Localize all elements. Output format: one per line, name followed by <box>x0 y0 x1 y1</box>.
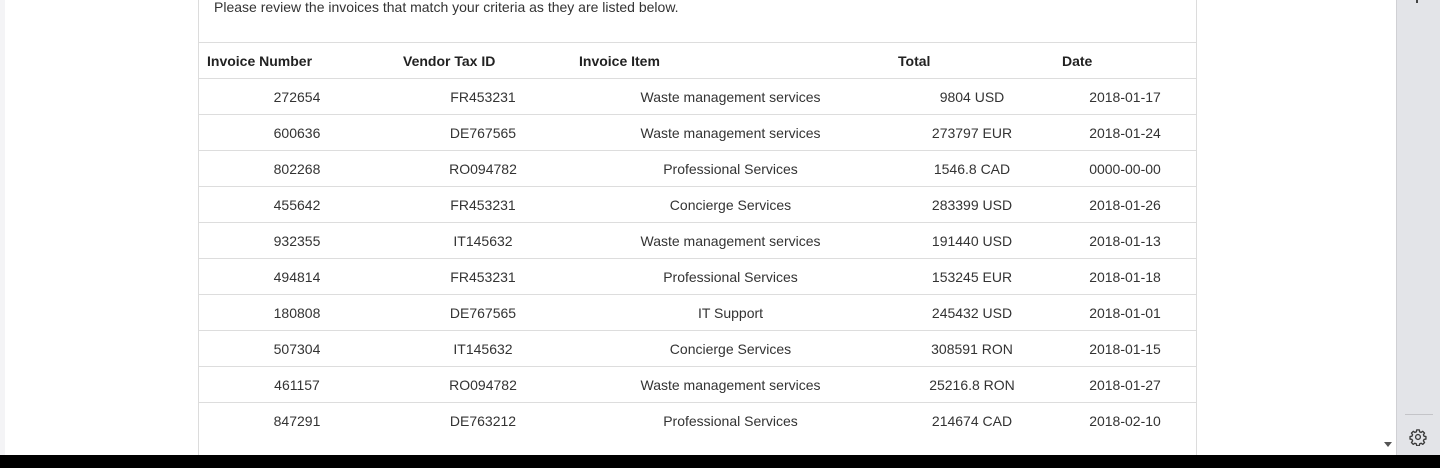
total-cell: 245432 USD <box>890 294 1054 331</box>
column-header-vendor-tax-id: Vendor Tax ID <box>395 42 571 79</box>
table-row: 180808 DE767565 IT Support 245432 USD 2018-0… <box>199 294 1196 331</box>
date-cell: 2018-01-13 <box>1054 222 1196 259</box>
column-header-date: Date <box>1054 42 1196 79</box>
total-cell: 191440 USD <box>890 222 1054 259</box>
invoice-number-cell: 455642 <box>199 186 395 223</box>
invoice-table-body: 272654 FR453231 Waste management services 9… <box>199 78 1196 439</box>
vendor-tax-id-cell: DE767565 <box>395 294 571 331</box>
table-row: 272654 FR453231 Waste management services 9… <box>199 78 1196 115</box>
invoice-number-cell: 847291 <box>199 402 395 439</box>
gear-icon[interactable] <box>1409 428 1427 446</box>
vendor-tax-id-cell: DE767565 <box>395 114 571 151</box>
table-row: 600636 DE767565 Waste management services 2… <box>199 114 1196 151</box>
taskbar <box>0 455 1440 468</box>
page-canvas: Please review the invoices that match yo… <box>5 0 1396 455</box>
invoice-item-cell: Concierge Services <box>571 330 890 367</box>
date-cell: 2018-01-27 <box>1054 366 1196 403</box>
total-cell: 25216.8 RON <box>890 366 1054 403</box>
side-panel-top-icon[interactable] <box>1416 0 1418 3</box>
date-cell: 2018-01-18 <box>1054 258 1196 295</box>
invoice-item-cell: Professional Services <box>571 402 890 439</box>
total-cell: 283399 USD <box>890 186 1054 223</box>
table-header-row: Invoice Number Vendor Tax ID Invoice Ite… <box>199 42 1196 79</box>
invoice-number-cell: 932355 <box>199 222 395 259</box>
page-scrollbar[interactable] <box>1381 0 1396 455</box>
column-header-invoice-item: Invoice Item <box>571 42 890 79</box>
table-row: 461157 RO094782 Waste management services 2… <box>199 366 1196 403</box>
invoice-number-cell: 461157 <box>199 366 395 403</box>
invoice-item-cell: IT Support <box>571 294 890 331</box>
invoice-item-cell: Concierge Services <box>571 186 890 223</box>
column-header-invoice-number: Invoice Number <box>199 42 395 79</box>
vendor-tax-id-cell: FR453231 <box>395 78 571 115</box>
date-cell: 2018-01-26 <box>1054 186 1196 223</box>
scroll-down-arrow-icon[interactable] <box>1384 442 1392 447</box>
vendor-tax-id-cell: FR453231 <box>395 186 571 223</box>
vendor-tax-id-cell: RO094782 <box>395 366 571 403</box>
invoice-item-cell: Waste management services <box>571 366 890 403</box>
invoice-card: Please review the invoices that match yo… <box>198 0 1197 455</box>
invoice-item-cell: Waste management services <box>571 78 890 115</box>
table-row: 494814 FR453231 Professional Services 15324… <box>199 258 1196 295</box>
total-cell: 9804 USD <box>890 78 1054 115</box>
invoice-number-cell: 600636 <box>199 114 395 151</box>
total-cell: 1546.8 CAD <box>890 150 1054 187</box>
total-cell: 153245 EUR <box>890 258 1054 295</box>
vendor-tax-id-cell: RO094782 <box>395 150 571 187</box>
invoice-item-cell: Professional Services <box>571 258 890 295</box>
table-row: 455642 FR453231 Concierge Services 283399 U… <box>199 186 1196 223</box>
invoice-number-cell: 802268 <box>199 150 395 187</box>
vendor-tax-id-cell: FR453231 <box>395 258 571 295</box>
table-row: 802268 RO094782 Professional Services 1546.… <box>199 150 1196 187</box>
browser-side-panel <box>1396 0 1440 455</box>
screen: Please review the invoices that match yo… <box>0 0 1440 468</box>
date-cell: 0000-00-00 <box>1054 150 1196 187</box>
vendor-tax-id-cell: IT145632 <box>395 330 571 367</box>
table-row: 507304 IT145632 Concierge Services 308591 R… <box>199 330 1196 367</box>
vendor-tax-id-cell: DE763212 <box>395 402 571 439</box>
total-cell: 214674 CAD <box>890 402 1054 439</box>
invoice-item-cell: Professional Services <box>571 150 890 187</box>
date-cell: 2018-02-10 <box>1054 402 1196 439</box>
date-cell: 2018-01-15 <box>1054 330 1196 367</box>
invoice-number-cell: 494814 <box>199 258 395 295</box>
side-panel-divider <box>1405 414 1433 415</box>
date-cell: 2018-01-24 <box>1054 114 1196 151</box>
date-cell: 2018-01-17 <box>1054 78 1196 115</box>
invoice-number-cell: 507304 <box>199 330 395 367</box>
invoice-table: Invoice Number Vendor Tax ID Invoice Ite… <box>199 42 1196 439</box>
date-cell: 2018-01-01 <box>1054 294 1196 331</box>
total-cell: 273797 EUR <box>890 114 1054 151</box>
invoice-item-cell: Waste management services <box>571 114 890 151</box>
invoice-item-cell: Waste management services <box>571 222 890 259</box>
table-row: 847291 DE763212 Professional Services 21467… <box>199 402 1196 439</box>
table-row: 932355 IT145632 Waste management services 1… <box>199 222 1196 259</box>
intro-text: Please review the invoices that match yo… <box>214 0 679 15</box>
total-cell: 308591 RON <box>890 330 1054 367</box>
invoice-number-cell: 272654 <box>199 78 395 115</box>
invoice-number-cell: 180808 <box>199 294 395 331</box>
vendor-tax-id-cell: IT145632 <box>395 222 571 259</box>
browser-page: Please review the invoices that match yo… <box>0 0 1396 455</box>
column-header-total: Total <box>890 42 1054 79</box>
